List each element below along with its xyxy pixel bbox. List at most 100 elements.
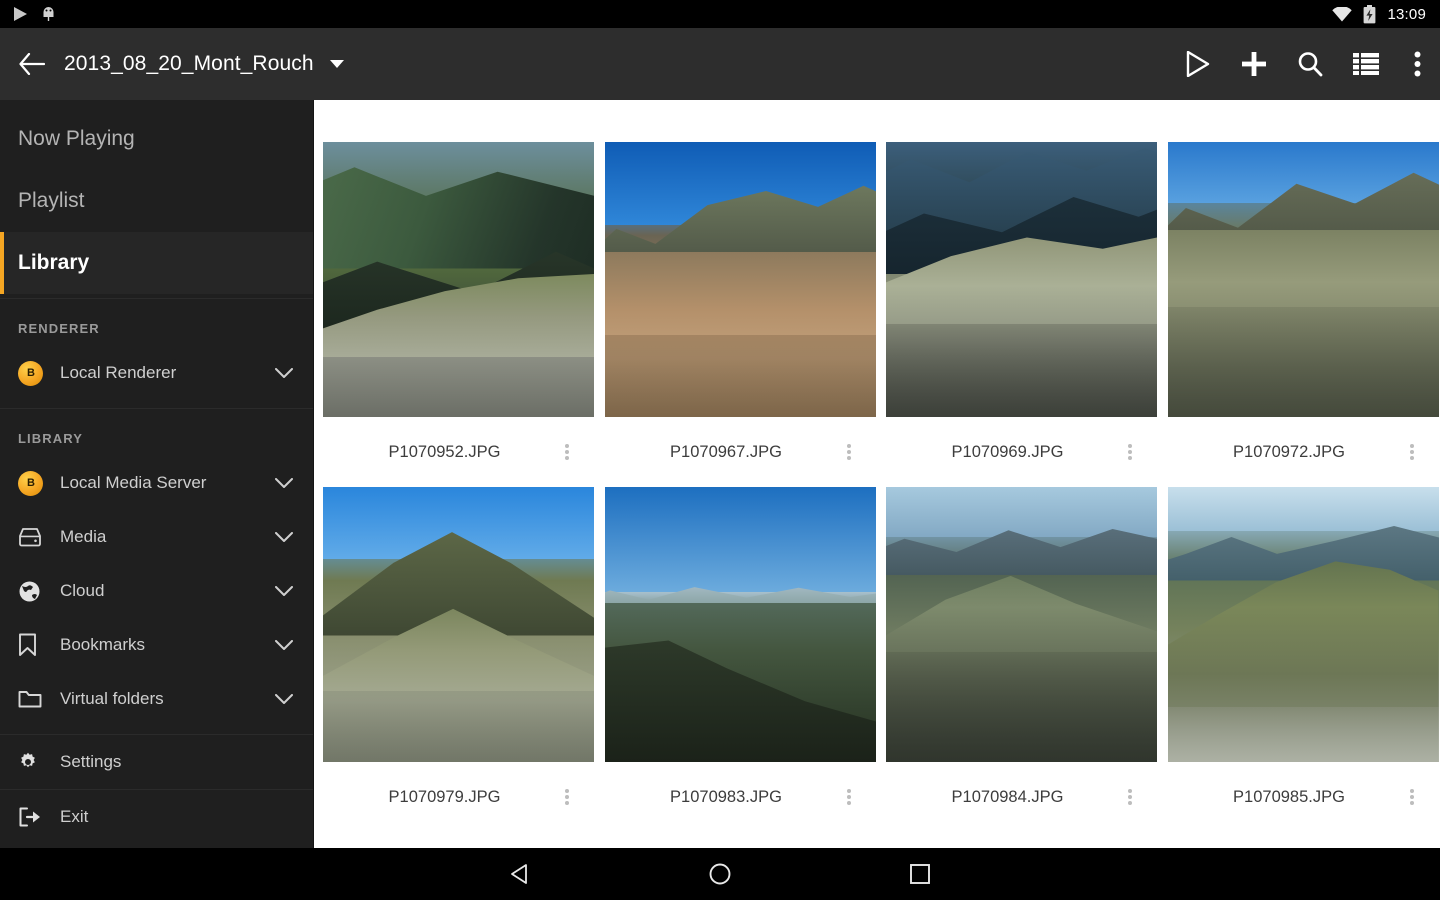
more-vert-icon[interactable]	[830, 442, 868, 462]
chevron-down-icon[interactable]	[273, 478, 295, 489]
photo-thumbnail[interactable]	[323, 142, 594, 417]
sidebar-item-label: Cloud	[60, 581, 273, 601]
chevron-down-icon[interactable]	[273, 368, 295, 379]
photo-thumbnail[interactable]	[605, 487, 876, 762]
status-bar: 13:09	[0, 0, 1440, 28]
more-vert-icon[interactable]	[548, 787, 586, 807]
library-section-header: LIBRARY	[0, 409, 313, 456]
add-button[interactable]	[1226, 28, 1282, 100]
grid-item[interactable]: P1070952.JPG	[323, 142, 594, 487]
sidebar-item-bookmarks[interactable]: Bookmarks	[0, 618, 313, 672]
grid-item[interactable]: P1070969.JPG	[886, 142, 1157, 487]
sidebar-item-label: Settings	[60, 752, 295, 772]
photo-filename: P1070985.JPG	[1186, 788, 1393, 807]
cloud-globe-icon	[18, 580, 60, 603]
overflow-button[interactable]	[1394, 28, 1440, 100]
back-nav-button[interactable]	[485, 848, 555, 900]
photo-filename: P1070967.JPG	[623, 443, 830, 462]
more-vert-icon[interactable]	[1393, 442, 1431, 462]
play-icon	[14, 7, 27, 21]
wifi-icon	[1332, 7, 1352, 22]
photo-filename: P1070969.JPG	[904, 443, 1111, 462]
sidebar-item-now-playing[interactable]: Now Playing	[0, 108, 313, 170]
page-title: 2013_08_20_Mont_Rouch	[64, 52, 314, 76]
photo-filename: P1070952.JPG	[341, 443, 548, 462]
grid-item[interactable]: P1070972.JPG	[1168, 142, 1439, 487]
photo-caption: P1070967.JPG	[605, 417, 876, 487]
photo-caption: P1070985.JPG	[1168, 762, 1439, 832]
sidebar-item-settings[interactable]: Settings	[0, 735, 313, 789]
exit-icon	[18, 807, 60, 827]
sidebar-item-label: Playlist	[18, 189, 85, 213]
sidebar-item-label: Virtual folders	[60, 689, 273, 709]
more-vert-icon[interactable]	[1111, 442, 1149, 462]
more-vert-icon[interactable]	[830, 787, 868, 807]
caret-down-icon	[330, 60, 344, 68]
grid-item[interactable]: P1070979.JPG	[323, 487, 594, 832]
sidebar-item-label: Media	[60, 527, 273, 547]
drawer-library-section: LIBRARY B Local Media Server	[0, 409, 313, 735]
photo-grid-container: P1070952.JPG P1070967.JPG	[314, 100, 1440, 848]
media-drive-icon	[18, 527, 60, 547]
drawer-footer: Settings Exit	[0, 735, 313, 844]
sidebar-item-playlist[interactable]: Playlist	[0, 170, 313, 232]
grid-item[interactable]: P1070983.JPG	[605, 487, 876, 832]
renderer-section-header: RENDERER	[0, 299, 313, 346]
play-all-button[interactable]	[1170, 28, 1226, 100]
sidebar-item-virtual-folders[interactable]: Virtual folders	[0, 672, 313, 726]
back-arrow-icon[interactable]	[0, 28, 64, 100]
sidebar-item-cloud[interactable]: Cloud	[0, 564, 313, 618]
gear-icon	[18, 752, 60, 772]
sidebar-item-local-renderer[interactable]: B Local Renderer	[0, 346, 313, 400]
recents-nav-button[interactable]	[885, 848, 955, 900]
photo-thumbnail[interactable]	[886, 487, 1157, 762]
status-bar-clock: 13:09	[1387, 6, 1426, 23]
photo-filename: P1070983.JPG	[623, 788, 830, 807]
more-vert-icon[interactable]	[1111, 787, 1149, 807]
brand-badge-letter: B	[27, 477, 34, 489]
sidebar-item-local-media-server[interactable]: B Local Media Server	[0, 456, 313, 510]
photo-thumbnail[interactable]	[323, 487, 594, 762]
grid-item[interactable]: P1070984.JPG	[886, 487, 1157, 832]
more-vert-icon[interactable]	[1393, 787, 1431, 807]
photo-caption: P1070979.JPG	[323, 762, 594, 832]
android-robot-icon	[41, 6, 56, 22]
photo-caption: P1070969.JPG	[886, 417, 1157, 487]
drawer-renderer-section: RENDERER B Local Renderer	[0, 299, 313, 409]
chevron-down-icon[interactable]	[273, 694, 295, 705]
list-view-button[interactable]	[1338, 28, 1394, 100]
sidebar-item-label: Now Playing	[18, 127, 135, 151]
photo-caption: P1070984.JPG	[886, 762, 1157, 832]
app-bar: 2013_08_20_Mont_Rouch	[0, 28, 1440, 100]
brand-badge-letter: B	[27, 367, 34, 379]
sidebar-item-label: Local Media Server	[60, 473, 273, 493]
more-vert-icon[interactable]	[548, 442, 586, 462]
sidebar-item-label: Bookmarks	[60, 635, 273, 655]
photo-caption: P1070952.JPG	[323, 417, 594, 487]
sidebar-item-label: Local Renderer	[60, 363, 273, 383]
photo-thumbnail[interactable]	[605, 142, 876, 417]
bookmark-icon	[18, 633, 60, 657]
photo-thumbnail[interactable]	[886, 142, 1157, 417]
sidebar-item-exit[interactable]: Exit	[0, 790, 313, 844]
status-bar-left-icons	[14, 6, 56, 22]
app-screen: 13:09 2013_08_20_Mont_Rouch	[0, 0, 1440, 900]
sidebar-item-label: Exit	[60, 807, 295, 827]
photo-thumbnail[interactable]	[1168, 487, 1439, 762]
sidebar-item-media[interactable]: Media	[0, 510, 313, 564]
grid-item[interactable]: P1070967.JPG	[605, 142, 876, 487]
search-button[interactable]	[1282, 28, 1338, 100]
app-bar-actions	[1170, 28, 1440, 100]
status-bar-right-icons: 13:09	[1332, 5, 1426, 24]
folder-icon	[18, 689, 60, 709]
sidebar-item-library[interactable]: Library	[0, 232, 313, 294]
folder-title-dropdown[interactable]: 2013_08_20_Mont_Rouch	[64, 52, 344, 76]
chevron-down-icon[interactable]	[273, 586, 295, 597]
photo-caption: P1070983.JPG	[605, 762, 876, 832]
photo-filename: P1070979.JPG	[341, 788, 548, 807]
photo-thumbnail[interactable]	[1168, 142, 1439, 417]
grid-item[interactable]: P1070985.JPG	[1168, 487, 1439, 832]
home-nav-button[interactable]	[685, 848, 755, 900]
chevron-down-icon[interactable]	[273, 640, 295, 651]
chevron-down-icon[interactable]	[273, 532, 295, 543]
